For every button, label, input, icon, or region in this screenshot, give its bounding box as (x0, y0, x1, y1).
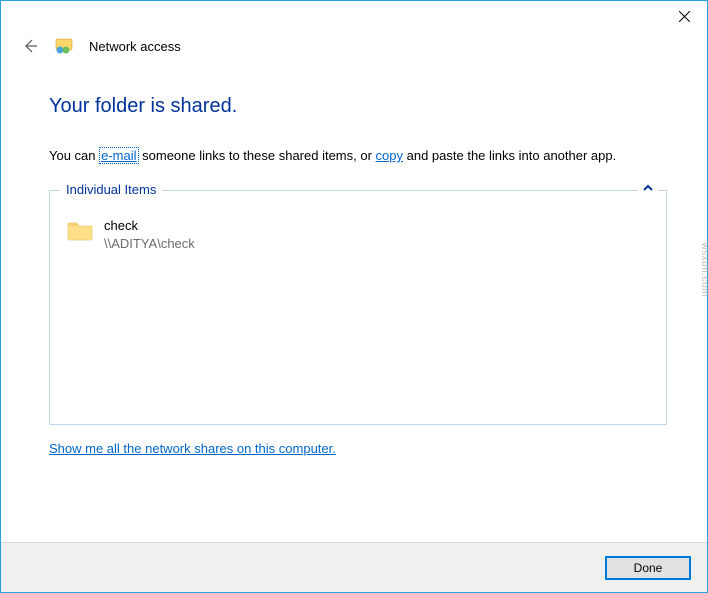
done-button[interactable]: Done (605, 556, 691, 580)
content-area: Your folder is shared. You can e-mail so… (1, 73, 707, 542)
shared-item-text: check \\ADITYA\check (104, 217, 195, 253)
chevron-up-icon (642, 183, 654, 193)
header: Network access (1, 31, 707, 73)
close-button[interactable] (661, 1, 707, 31)
folder-icon (66, 219, 94, 243)
instruction-part2: someone links to these shared items, or (139, 148, 376, 163)
footer: Done (1, 542, 707, 592)
shared-item-path: \\ADITYA\check (104, 235, 195, 253)
instruction-text: You can e-mail someone links to these sh… (49, 146, 667, 166)
instruction-part3: and paste the links into another app. (403, 148, 616, 163)
shared-item-name: check (104, 217, 195, 235)
instruction-part1: You can (49, 148, 99, 163)
page-heading: Your folder is shared. (49, 95, 667, 118)
back-arrow-icon (22, 38, 38, 54)
collapse-button[interactable] (638, 182, 658, 196)
individual-items-group: Individual Items check \\ADITYA\check (49, 190, 667, 425)
group-legend: Individual Items (60, 182, 162, 197)
back-button[interactable] (21, 37, 39, 55)
network-access-icon (55, 37, 73, 55)
window-title: Network access (89, 39, 181, 54)
shared-item[interactable]: check \\ADITYA\check (62, 209, 654, 261)
watermark: wsxdn.com (700, 242, 708, 297)
titlebar (1, 1, 707, 31)
show-all-shares-link[interactable]: Show me all the network shares on this c… (49, 441, 667, 456)
copy-link[interactable]: copy (376, 148, 403, 163)
email-link[interactable]: e-mail (99, 147, 138, 164)
close-icon (679, 11, 690, 22)
